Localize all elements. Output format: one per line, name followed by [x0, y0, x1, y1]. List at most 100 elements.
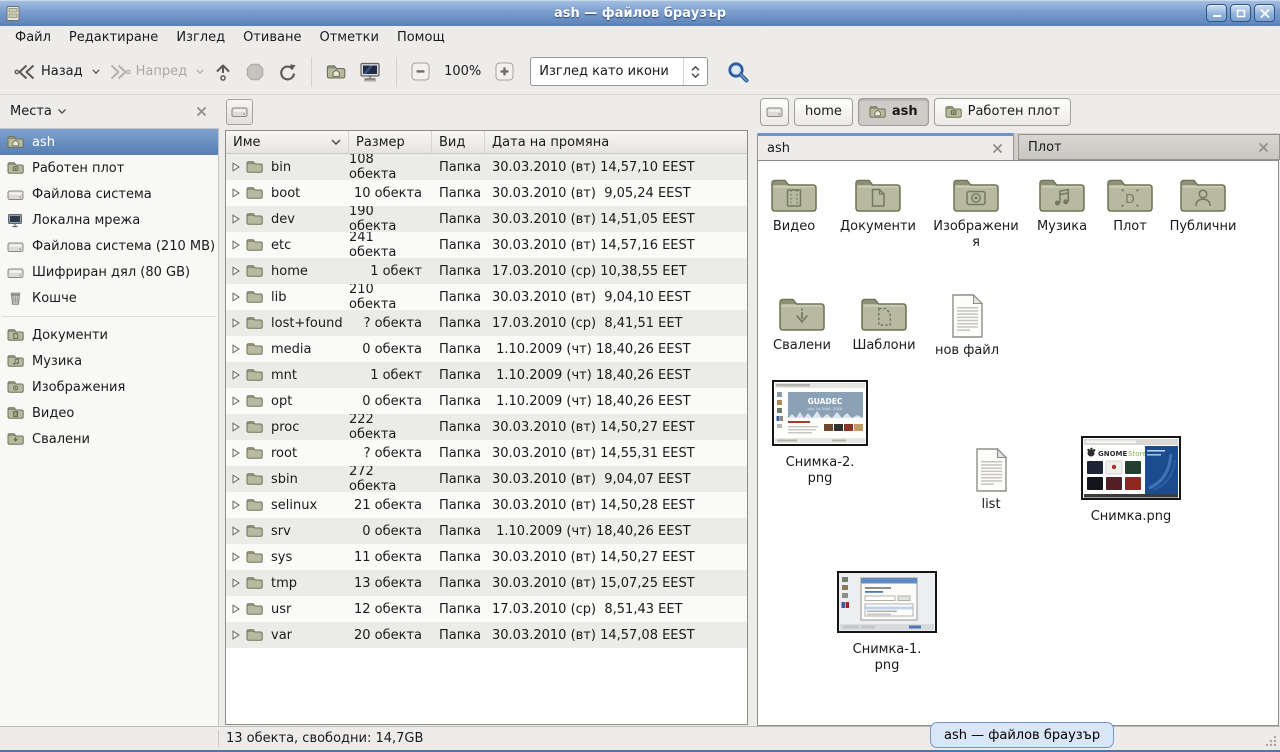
- menu-item[interactable]: Отиване: [234, 28, 310, 47]
- titlebar[interactable]: ash — файлов браузър: [0, 0, 1280, 26]
- sidebar-item[interactable]: Документи: [0, 322, 218, 348]
- sidebar-close-button[interactable]: [194, 104, 209, 119]
- back-button[interactable]: Назад: [8, 57, 89, 87]
- sidebar-item[interactable]: Видео: [0, 400, 218, 426]
- file-row[interactable]: media0 обектаПапка 1.10.2009 (чт) 18,40,…: [226, 336, 747, 362]
- close-icon[interactable]: [1257, 141, 1270, 154]
- forward-history-dropdown[interactable]: [193, 63, 207, 80]
- icon-cell[interactable]: Видео: [752, 175, 836, 235]
- back-history-dropdown[interactable]: [89, 63, 103, 80]
- maximize-button[interactable]: [1230, 4, 1251, 22]
- file-row[interactable]: sys11 обектаПапка30.03.2010 (вт) 14,50,2…: [226, 544, 747, 570]
- breadcrumb-item[interactable]: Работен плот: [934, 98, 1071, 126]
- zoom-out-button[interactable]: [405, 56, 436, 87]
- file-row[interactable]: tmp13 обектаПапка30.03.2010 (вт) 15,07,2…: [226, 570, 747, 596]
- expander-icon[interactable]: [226, 162, 246, 172]
- icon-cell[interactable]: Шаблони: [842, 294, 926, 354]
- icon-cell[interactable]: Снимка-1.png: [849, 571, 925, 674]
- file-row[interactable]: selinux21 обектаПапка30.03.2010 (вт) 14,…: [226, 492, 747, 518]
- file-row[interactable]: dev190 обектаПапка30.03.2010 (вт) 14,51,…: [226, 206, 747, 232]
- sidebar-item[interactable]: Шифриран дял (80 GB): [0, 259, 218, 285]
- file-row[interactable]: home1 обектПапка17.03.2010 (ср) 10,38,55…: [226, 258, 747, 284]
- expander-icon[interactable]: [226, 526, 246, 536]
- expander-icon[interactable]: [226, 552, 246, 562]
- expander-icon[interactable]: [226, 292, 246, 302]
- home-button[interactable]: [320, 58, 352, 86]
- zoom-in-button[interactable]: [489, 56, 520, 87]
- file-row[interactable]: var20 обектаПапка30.03.2010 (вт) 14,57,0…: [226, 622, 747, 648]
- breadcrumb-item[interactable]: [760, 98, 789, 126]
- file-row[interactable]: etc241 обектаПапка30.03.2010 (вт) 14,57,…: [226, 232, 747, 258]
- tab-плот[interactable]: Плот: [1018, 134, 1280, 160]
- file-row[interactable]: boot10 обектаПапка30.03.2010 (вт) 9,05,2…: [226, 180, 747, 206]
- file-row[interactable]: sbin272 обектаПапка30.03.2010 (вт) 9,04,…: [226, 466, 747, 492]
- icon-cell[interactable]: Музика: [1022, 175, 1102, 235]
- column-header[interactable]: Вид: [432, 131, 485, 153]
- expander-icon[interactable]: [226, 344, 246, 354]
- expander-icon[interactable]: [226, 422, 246, 432]
- icon-cell[interactable]: list: [951, 447, 1031, 513]
- icon-cell[interactable]: GUADECjuly 24-30th, 2010Снимка-2.png: [782, 380, 858, 487]
- reload-button[interactable]: [271, 56, 303, 88]
- menu-item[interactable]: Изглед: [167, 28, 234, 47]
- icon-cell[interactable]: GNOMEStoreСнимка.png: [1075, 436, 1187, 525]
- file-row[interactable]: lost+found? обектаПапка17.03.2010 (ср) 8…: [226, 310, 747, 336]
- sidebar-item[interactable]: Файлова система (210 MB): [0, 233, 218, 259]
- file-row[interactable]: opt0 обектаПапка 1.10.2009 (чт) 18,40,26…: [226, 388, 747, 414]
- expander-icon[interactable]: [226, 448, 246, 458]
- menu-item[interactable]: Помощ: [388, 28, 454, 47]
- close-button[interactable]: [1254, 4, 1275, 22]
- up-button[interactable]: [207, 56, 239, 88]
- expander-icon[interactable]: [226, 474, 246, 484]
- file-row[interactable]: usr12 обектаПапка17.03.2010 (ср) 8,51,43…: [226, 596, 747, 622]
- expander-icon[interactable]: [226, 604, 246, 614]
- sidebar-item[interactable]: Кошче: [0, 285, 218, 311]
- file-row[interactable]: proc222 обектаПапка30.03.2010 (вт) 14,50…: [226, 414, 747, 440]
- expander-icon[interactable]: [226, 240, 246, 250]
- expander-icon[interactable]: [226, 370, 246, 380]
- expander-icon[interactable]: [226, 214, 246, 224]
- search-button[interactable]: [724, 58, 752, 86]
- expander-icon[interactable]: [226, 318, 246, 328]
- breadcrumb-item[interactable]: home: [794, 98, 853, 126]
- column-header[interactable]: Размер: [349, 131, 432, 153]
- sidebar-item[interactable]: Свалени: [0, 426, 218, 452]
- file-row[interactable]: mnt1 обектПапка 1.10.2009 (чт) 18,40,26 …: [226, 362, 747, 388]
- sidebar-item[interactable]: Музика: [0, 348, 218, 374]
- view-mode-select[interactable]: Изглед като икони: [530, 57, 708, 86]
- icon-cell[interactable]: Изображения: [932, 175, 1020, 251]
- expander-icon[interactable]: [226, 266, 246, 276]
- minimize-button[interactable]: [1206, 4, 1227, 22]
- sidebar-item[interactable]: Файлова система: [0, 181, 218, 207]
- root-location-button[interactable]: [226, 99, 253, 125]
- sidebar-item[interactable]: Локална мрежа: [0, 207, 218, 233]
- sidebar-item[interactable]: Работен плот: [0, 155, 218, 181]
- icon-cell[interactable]: Публични: [1161, 175, 1245, 235]
- menu-item[interactable]: Отметки: [310, 28, 387, 47]
- file-row[interactable]: root? обектаПапка30.03.2010 (вт) 14,55,3…: [226, 440, 747, 466]
- column-header[interactable]: Име: [226, 131, 349, 153]
- icon-cell[interactable]: нов файл: [927, 293, 1007, 359]
- forward-button[interactable]: Напред: [103, 57, 193, 87]
- icon-view[interactable]: ВидеоДокументиИзображенияМузикаDПлотПубл…: [757, 160, 1279, 726]
- sidebar-item[interactable]: ash: [0, 129, 218, 155]
- file-row[interactable]: bin108 обектаПапка30.03.2010 (вт) 14,57,…: [226, 154, 747, 180]
- breadcrumb-item[interactable]: ash: [858, 98, 929, 126]
- stop-button[interactable]: [239, 56, 271, 88]
- computer-button[interactable]: [352, 56, 388, 88]
- tab-ash[interactable]: ash: [757, 133, 1014, 160]
- close-icon[interactable]: [991, 142, 1004, 155]
- sidebar-title[interactable]: Места: [10, 104, 52, 119]
- resize-grip[interactable]: [1264, 734, 1278, 748]
- file-row[interactable]: lib210 обектаПапка30.03.2010 (вт) 9,04,1…: [226, 284, 747, 310]
- expander-icon[interactable]: [226, 188, 246, 198]
- column-header[interactable]: Дата на промяна: [485, 131, 747, 153]
- expander-icon[interactable]: [226, 630, 246, 640]
- icon-cell[interactable]: DПлот: [1095, 175, 1165, 235]
- menu-item[interactable]: Файл: [6, 28, 60, 47]
- expander-icon[interactable]: [226, 500, 246, 510]
- file-row[interactable]: srv0 обектаПапка 1.10.2009 (чт) 18,40,26…: [226, 518, 747, 544]
- expander-icon[interactable]: [226, 578, 246, 588]
- menu-item[interactable]: Редактиране: [60, 28, 167, 47]
- icon-cell[interactable]: Документи: [832, 175, 924, 235]
